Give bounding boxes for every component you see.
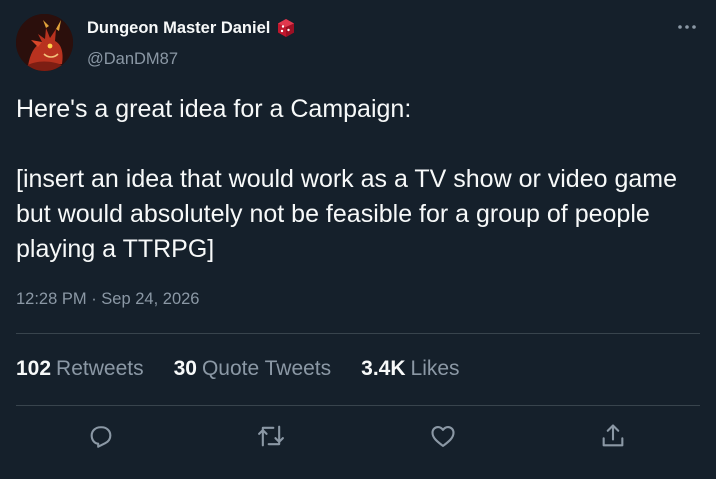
more-options-icon[interactable] bbox=[672, 12, 702, 42]
likes-label: Likes bbox=[410, 357, 460, 380]
dragon-avatar-icon bbox=[16, 14, 73, 71]
retweet-button[interactable] bbox=[249, 414, 293, 458]
share-icon bbox=[602, 424, 624, 447]
likes-count: 3.4K bbox=[361, 357, 406, 380]
share-button[interactable] bbox=[591, 414, 635, 458]
author-handle[interactable]: @DanDM87 bbox=[87, 50, 178, 69]
reply-icon bbox=[90, 426, 112, 448]
tweet-card: Dungeon Master Daniel @DanDM87 Here's a … bbox=[0, 0, 716, 479]
retweets-stat[interactable]: 102 Retweets bbox=[16, 357, 144, 381]
action-bar bbox=[0, 414, 716, 458]
quote-tweets-label: Quote Tweets bbox=[201, 357, 332, 380]
retweets-label: Retweets bbox=[56, 357, 144, 380]
tweet-time-link[interactable]: 12:28 PM bbox=[16, 290, 87, 308]
retweet-icon bbox=[258, 425, 284, 447]
author-name[interactable]: Dungeon Master Daniel bbox=[87, 19, 270, 38]
divider bbox=[16, 405, 700, 406]
avatar[interactable] bbox=[16, 14, 73, 71]
like-button[interactable] bbox=[421, 414, 465, 458]
quote-tweets-count: 30 bbox=[173, 357, 197, 380]
engagement-stats: 102 Retweets 30 Quote Tweets 3.4K Likes bbox=[16, 357, 490, 381]
like-icon bbox=[431, 425, 455, 447]
reply-button[interactable] bbox=[79, 414, 123, 458]
timestamp-separator: · bbox=[86, 290, 102, 308]
tweet-date-link[interactable]: Sep 24, 2026 bbox=[101, 290, 199, 308]
retweets-count: 102 bbox=[16, 357, 52, 380]
divider bbox=[16, 333, 700, 334]
likes-stat[interactable]: 3.4K Likes bbox=[361, 357, 459, 381]
timestamp: 12:28 PM · Sep 24, 2026 bbox=[16, 290, 199, 309]
quote-tweets-stat[interactable]: 30 Quote Tweets bbox=[174, 357, 332, 381]
d20-dice-icon bbox=[276, 18, 296, 38]
tweet-paragraph: Here's a great idea for a Campaign: bbox=[16, 95, 412, 123]
author-name-row[interactable]: Dungeon Master Daniel bbox=[87, 18, 296, 38]
tweet-paragraph: [insert an idea that would work as a TV … bbox=[16, 165, 677, 263]
tweet-text: Here's a great idea for a Campaign: [ins… bbox=[16, 92, 696, 267]
